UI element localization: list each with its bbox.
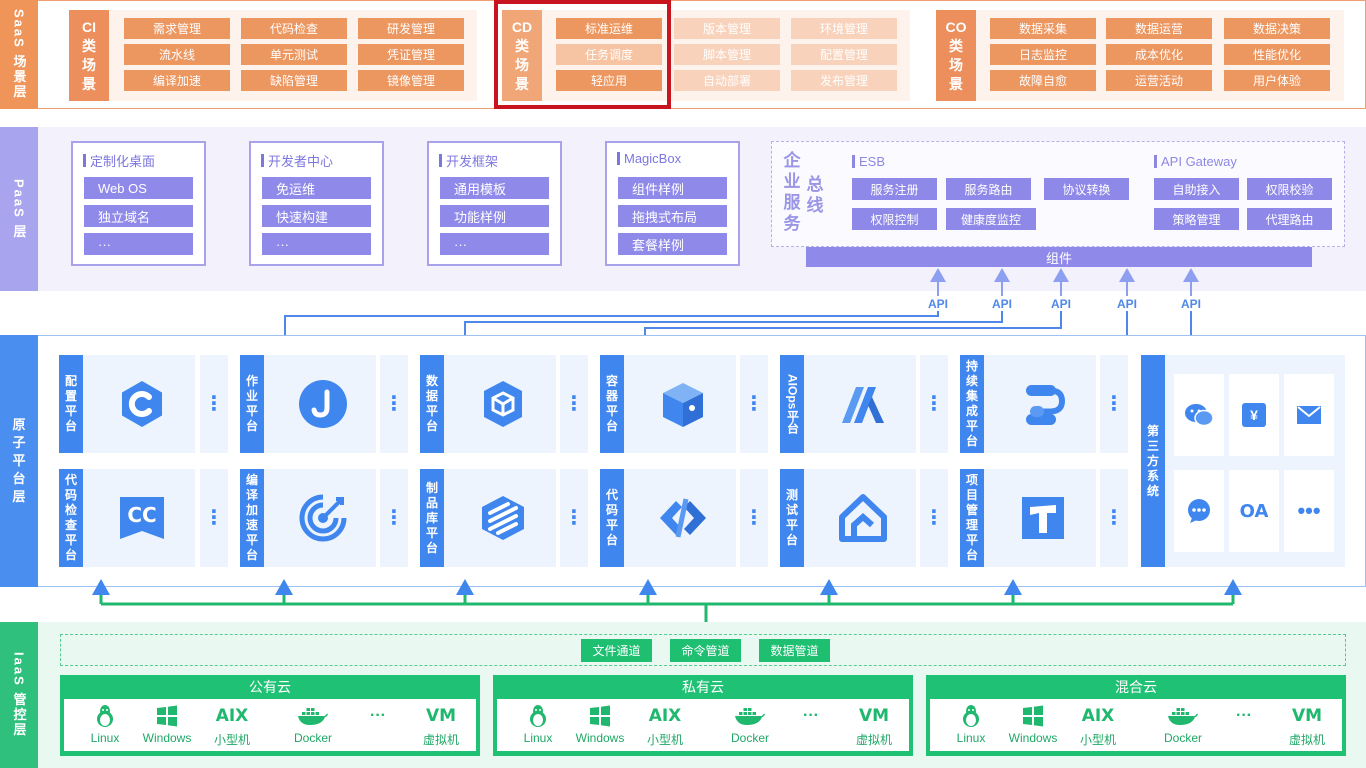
cloud-item-vm[interactable]: VM 虚拟机 (839, 703, 909, 749)
linux-icon (960, 703, 982, 729)
cloud-item-vm[interactable]: VM 虚拟机 (406, 703, 476, 749)
cloud-item-more[interactable]: ··· (776, 703, 846, 749)
data-pipe-button[interactable]: 数据管道 (759, 639, 830, 662)
cloud-item-more[interactable]: ··· (343, 703, 413, 749)
aix-icon: AIX (648, 706, 682, 726)
cloud-hybrid: 混合云 Linux Windows AIX 小型机 Docker ··· VM … (926, 675, 1346, 756)
aix-icon: AIX (1081, 706, 1115, 726)
cloud-title: 混合云 (1115, 679, 1157, 695)
cloud-item-linux[interactable]: Linux (936, 703, 1006, 749)
windows-icon (1022, 703, 1044, 729)
cloud-item-minicomputer[interactable]: AIX 小型机 (1063, 703, 1133, 749)
file-channel-button[interactable]: 文件通道 (581, 639, 652, 662)
linux-icon (527, 703, 549, 729)
cloud-item-windows[interactable]: Windows (565, 703, 635, 749)
cloud-item-docker[interactable]: Docker (1148, 703, 1218, 749)
vm-icon: VM (1291, 706, 1323, 726)
iaas-layer-label: IaaS 管控层 (0, 622, 38, 768)
cloud-title: 公有云 (249, 679, 291, 695)
aix-icon: AIX (215, 706, 249, 726)
cloud-item-minicomputer[interactable]: AIX 小型机 (630, 703, 700, 749)
cloud-title: 私有云 (682, 679, 724, 695)
command-pipe-button[interactable]: 命令管道 (670, 639, 741, 662)
vm-icon: VM (858, 706, 890, 726)
cloud-item-vm[interactable]: VM 虚拟机 (1272, 703, 1342, 749)
docker-icon (1167, 703, 1199, 729)
cloud-public: 公有云 Linux Windows AIX 小型机 Docker ··· VM … (60, 675, 480, 756)
linux-icon (94, 703, 116, 729)
cloud-item-linux[interactable]: Linux (503, 703, 573, 749)
vm-icon: VM (425, 706, 457, 726)
cloud-private: 私有云 Linux Windows AIX 小型机 Docker ··· VM … (493, 675, 913, 756)
cloud-item-docker[interactable]: Docker (715, 703, 785, 749)
cloud-item-linux[interactable]: Linux (70, 703, 140, 749)
windows-icon (589, 703, 611, 729)
docker-icon (734, 703, 766, 729)
cloud-item-minicomputer[interactable]: AIX 小型机 (197, 703, 267, 749)
windows-icon (156, 703, 178, 729)
cloud-item-windows[interactable]: Windows (998, 703, 1068, 749)
cloud-item-docker[interactable]: Docker (278, 703, 348, 749)
cloud-item-windows[interactable]: Windows (132, 703, 202, 749)
cloud-item-more[interactable]: ··· (1209, 703, 1279, 749)
docker-icon (297, 703, 329, 729)
